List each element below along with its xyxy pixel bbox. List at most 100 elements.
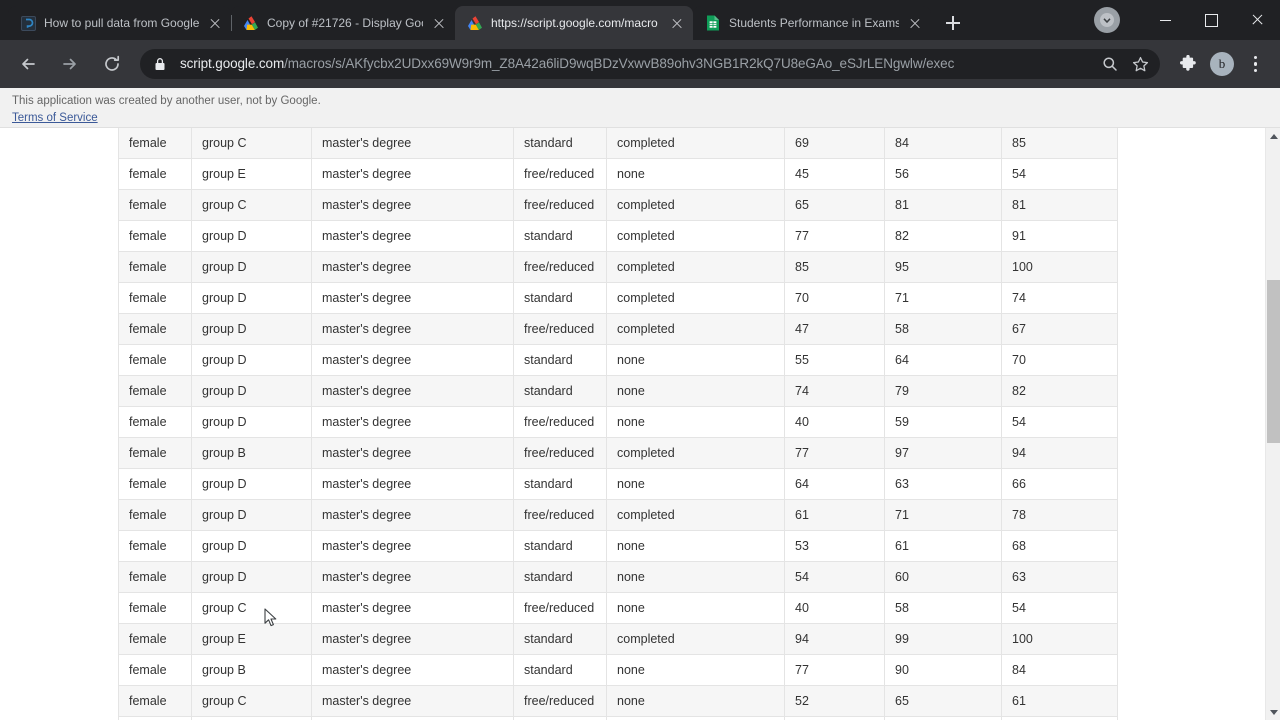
table-cell-gender: female [118, 623, 192, 655]
table-cell-test-preparation-course: completed [606, 189, 785, 221]
table-row: female group Dmaster's degree free/reduced… [118, 499, 1118, 531]
table-cell-gender: female [118, 716, 192, 720]
page-content: female group Cmaster's degree standard comp… [0, 128, 1265, 720]
table-cell-reading-score: 60 [884, 561, 1002, 593]
table-cell-race-ethnicity: group E [191, 158, 312, 190]
table-cell-math-score: 54 [784, 561, 885, 593]
close-icon[interactable] [907, 15, 923, 31]
table-cell-math-score: 53 [784, 530, 885, 562]
table-cell-test-preparation-course: completed [606, 623, 785, 655]
apps-script-notice-bar: This application was created by another … [0, 88, 1280, 128]
table-cell-test-preparation-course: none [606, 530, 785, 562]
table-cell-race-ethnicity: group D [191, 282, 312, 314]
table-cell-lunch: free/reduced [513, 189, 607, 221]
browser-tab-1[interactable]: Copy of #21726 - Display Google [231, 6, 455, 40]
table-cell-test-preparation-course: completed [606, 437, 785, 469]
page-scrollbar[interactable] [1265, 128, 1280, 720]
table-cell-lunch: standard [513, 716, 607, 720]
scroll-up-arrow-icon[interactable] [1266, 128, 1280, 144]
table-cell-writing-score: 67 [1001, 716, 1118, 720]
table-cell-race-ethnicity: group C [191, 128, 312, 159]
scrollbar-thumb[interactable] [1267, 280, 1280, 443]
table-cell-gender: female [118, 220, 192, 252]
table-cell-writing-score: 66 [1001, 468, 1118, 500]
table-cell-writing-score: 67 [1001, 313, 1118, 345]
new-tab-button[interactable] [939, 9, 967, 37]
table-cell-race-ethnicity: group D [191, 344, 312, 376]
table-cell-writing-score: 84 [1001, 654, 1118, 686]
table-cell-parental-level-of-education: master's degree [311, 530, 514, 562]
table-cell-writing-score: 94 [1001, 437, 1118, 469]
kebab-menu-icon[interactable] [1240, 48, 1272, 80]
browser-tab-0[interactable]: How to pull data from Google Sh [8, 6, 231, 40]
table-cell-gender: female [118, 468, 192, 500]
table-cell-test-preparation-course: none [606, 654, 785, 686]
table-cell-math-score: 65 [784, 189, 885, 221]
table-cell-writing-score: 61 [1001, 685, 1118, 717]
table-cell-writing-score: 81 [1001, 189, 1118, 221]
table-cell-math-score: 74 [784, 375, 885, 407]
forward-arrow-icon[interactable] [54, 48, 86, 80]
table-cell-reading-score: 99 [884, 623, 1002, 655]
table-cell-parental-level-of-education: master's degree [311, 468, 514, 500]
profile-avatar-button[interactable]: b [1206, 48, 1238, 80]
search-icon[interactable] [1096, 50, 1124, 78]
table-cell-race-ethnicity: group C [191, 716, 312, 720]
table-cell-gender: female [118, 592, 192, 624]
table-cell-math-score: 77 [784, 437, 885, 469]
table-cell-writing-score: 78 [1001, 499, 1118, 531]
terms-of-service-link[interactable]: Terms of Service [12, 111, 98, 125]
table-cell-race-ethnicity: group D [191, 313, 312, 345]
table-cell-race-ethnicity: group B [191, 437, 312, 469]
reload-icon[interactable] [96, 48, 128, 80]
close-icon[interactable] [669, 15, 685, 31]
browser-tab-2[interactable]: https://script.google.com/macro [455, 6, 693, 40]
puzzle-icon[interactable] [1172, 48, 1204, 80]
table-cell-test-preparation-course: none [606, 468, 785, 500]
tab-divider [231, 15, 232, 31]
close-icon[interactable] [431, 15, 447, 31]
table-cell-reading-score: 64 [884, 344, 1002, 376]
table-row: female group Dmaster's degree standard none… [118, 530, 1118, 562]
table-cell-race-ethnicity: group D [191, 561, 312, 593]
scroll-down-arrow-icon[interactable] [1266, 704, 1280, 720]
back-arrow-icon[interactable] [12, 48, 44, 80]
table-cell-test-preparation-course: none [606, 375, 785, 407]
table-cell-math-score: 40 [784, 592, 885, 624]
table-cell-reading-score: 81 [884, 189, 1002, 221]
table-cell-lunch: standard [513, 654, 607, 686]
table-cell-reading-score: 63 [884, 468, 1002, 500]
table-cell-test-preparation-course: none [606, 158, 785, 190]
table-cell-writing-score: 82 [1001, 375, 1118, 407]
table-row: female group Dmaster's degree free/reduced… [118, 406, 1118, 438]
omnibox-actions [1096, 50, 1154, 78]
table-cell-parental-level-of-education: master's degree [311, 344, 514, 376]
table-cell-race-ethnicity: group D [191, 251, 312, 283]
table-cell-parental-level-of-education: master's degree [311, 189, 514, 221]
students-performance-table: female group Cmaster's degree standard comp… [118, 128, 1118, 720]
browser-tab-0-title: How to pull data from Google Sh [44, 16, 199, 30]
profile-avatar[interactable] [1094, 7, 1120, 33]
table-cell-test-preparation-course: completed [606, 716, 785, 720]
close-icon[interactable] [207, 15, 223, 31]
table-cell-math-score: 45 [784, 158, 885, 190]
window-maximize-button[interactable] [1188, 4, 1234, 36]
table-cell-lunch: free/reduced [513, 158, 607, 190]
table-cell-lunch: standard [513, 623, 607, 655]
table-cell-writing-score: 85 [1001, 128, 1118, 159]
table-row: female group Bmaster's degree free/reduced… [118, 437, 1118, 469]
table-cell-lunch: standard [513, 128, 607, 159]
table-row: female group Cmaster's degree free/reduced… [118, 189, 1118, 221]
table-cell-reading-score: 97 [884, 437, 1002, 469]
window-close-button[interactable] [1234, 4, 1280, 36]
table-row: female group Dmaster's degree standard none… [118, 468, 1118, 500]
browser-tab-3[interactable]: Students Performance in Exams - [693, 6, 931, 40]
address-bar[interactable]: script.google.com/macros/s/AKfycbx2UDxx6… [140, 49, 1160, 79]
star-icon[interactable] [1126, 50, 1154, 78]
table-cell-reading-score: 58 [884, 592, 1002, 624]
table-row: female group Emaster's degree free/reduced… [118, 158, 1118, 190]
table-cell-reading-score: 65 [884, 685, 1002, 717]
window-minimize-button[interactable] [1142, 4, 1188, 36]
table-cell-parental-level-of-education: master's degree [311, 282, 514, 314]
table-row: female group Dmaster's degree standard none… [118, 375, 1118, 407]
